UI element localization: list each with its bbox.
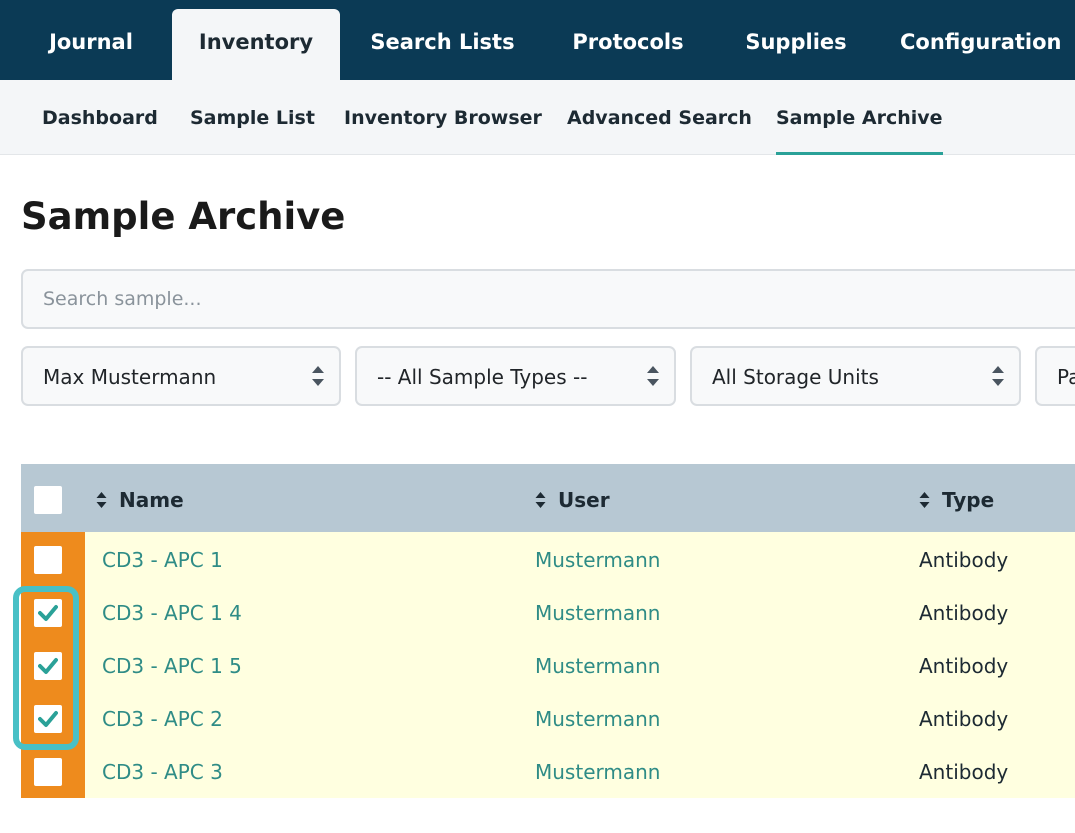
table-row: CD3 - APC 2 Mustermann Antibody [21, 691, 1075, 744]
sort-icon [96, 491, 107, 508]
page-title: Sample Archive [21, 195, 346, 238]
table-body: CD3 - APC 1 Mustermann Antibody CD3 - AP… [21, 532, 1075, 798]
user-link[interactable]: Mustermann [535, 638, 660, 691]
table-row: CD3 - APC 3 Mustermann Antibody [21, 744, 1075, 797]
storage-filter-value: All Storage Units [712, 365, 879, 389]
user-link[interactable]: Mustermann [535, 744, 660, 797]
sample-type: Antibody [919, 601, 1009, 625]
subtab-sample-list[interactable]: Sample List [190, 80, 315, 155]
table-row: CD3 - APC 1 Mustermann Antibody [21, 532, 1075, 585]
column-header-type[interactable]: Type [919, 464, 994, 532]
sample-table: Name User Type CD3 - APC 1 Mustermann An… [21, 464, 1075, 798]
user-filter-select[interactable]: Max Mustermann [21, 346, 341, 406]
sample-type: Antibody [919, 548, 1009, 572]
storage-filter-select[interactable]: All Storage Units [690, 346, 1021, 406]
sample-type-filter-value: -- All Sample Types -- [377, 365, 588, 389]
partial-filter-value: Pa [1057, 365, 1075, 389]
tab-protocols[interactable]: Protocols [560, 0, 696, 80]
checkmark-icon [38, 658, 58, 674]
table-row: CD3 - APC 1 5 Mustermann Antibody [21, 638, 1075, 691]
column-header-type-label: Type [942, 488, 995, 512]
table-header: Name User Type [21, 464, 1075, 532]
search-input[interactable] [21, 269, 1075, 329]
sample-name-link[interactable]: CD3 - APC 1 [102, 532, 223, 585]
tab-inventory[interactable]: Inventory [172, 9, 340, 82]
tab-journal[interactable]: Journal [35, 0, 147, 80]
user-link[interactable]: Mustermann [535, 585, 660, 638]
tab-configuration[interactable]: Configuration [900, 0, 1075, 80]
sample-name-link[interactable]: CD3 - APC 1 5 [102, 638, 242, 691]
row-checkbox[interactable] [34, 652, 62, 680]
column-header-name-label: Name [119, 488, 184, 512]
row-checkbox[interactable] [34, 758, 62, 786]
sample-type: Antibody [919, 707, 1009, 731]
sample-name-link[interactable]: CD3 - APC 1 4 [102, 585, 242, 638]
subtab-dashboard[interactable]: Dashboard [42, 80, 158, 155]
user-link[interactable]: Mustermann [535, 532, 660, 585]
row-checkbox[interactable] [34, 599, 62, 627]
tab-supplies[interactable]: Supplies [735, 0, 857, 80]
sort-icon [919, 491, 930, 508]
row-checkbox[interactable] [34, 546, 62, 574]
sub-navigation: Dashboard Sample List Inventory Browser … [0, 80, 1075, 155]
sample-type: Antibody [919, 654, 1009, 678]
select-all-checkbox[interactable] [34, 486, 62, 514]
checkmark-icon [38, 711, 58, 727]
sort-arrows-icon [647, 366, 659, 386]
sort-arrows-icon [992, 366, 1004, 386]
checkmark-icon [38, 605, 58, 621]
row-checkbox[interactable] [34, 705, 62, 733]
sample-type: Antibody [919, 760, 1009, 784]
table-row: CD3 - APC 1 4 Mustermann Antibody [21, 585, 1075, 638]
column-header-user-label: User [558, 488, 610, 512]
column-header-user[interactable]: User [535, 464, 610, 532]
top-navigation: Journal Inventory Search Lists Protocols… [0, 0, 1075, 82]
subtab-advanced-search[interactable]: Advanced Search [567, 80, 752, 155]
sample-type-filter-select[interactable]: -- All Sample Types -- [355, 346, 676, 406]
column-header-name[interactable]: Name [96, 464, 184, 532]
sample-name-link[interactable]: CD3 - APC 3 [102, 744, 223, 797]
user-filter-value: Max Mustermann [43, 365, 217, 389]
sample-name-link[interactable]: CD3 - APC 2 [102, 691, 223, 744]
partial-filter-select[interactable]: Pa [1035, 346, 1075, 406]
tab-search-lists[interactable]: Search Lists [365, 0, 520, 80]
subtab-inventory-browser[interactable]: Inventory Browser [344, 80, 542, 155]
user-link[interactable]: Mustermann [535, 691, 660, 744]
sort-icon [535, 491, 546, 508]
sort-arrows-icon [312, 366, 324, 386]
subtab-sample-archive[interactable]: Sample Archive [776, 80, 943, 155]
